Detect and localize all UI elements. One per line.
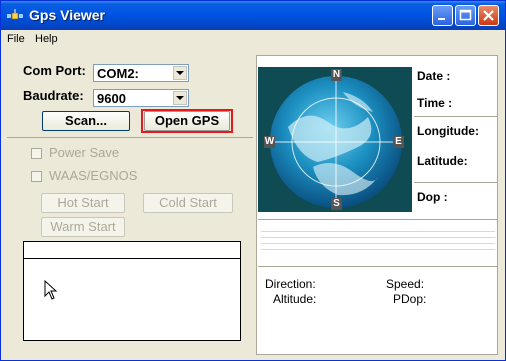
power-save-label: Power Save [49,145,120,160]
signal-line [261,237,495,238]
baudrate-label: Baudrate: [23,88,84,103]
compass-s: S [331,198,342,210]
scan-button[interactable]: Scan... [42,111,130,131]
date-label: Date : [417,69,451,83]
log-header-line [24,258,240,259]
menu-help[interactable]: Help [35,33,58,45]
altitude-label: Altitude: [273,292,317,306]
longitude-label: Longitude: [417,124,479,138]
nmea-log-box[interactable] [23,241,241,341]
separator [7,137,253,138]
info-divider [414,182,498,183]
menu-bar: File Help [1,30,505,48]
baudrate-select[interactable]: 9600 [93,89,189,107]
signal-line [261,243,495,244]
baudrate-value: 9600 [97,91,126,106]
chevron-down-icon[interactable] [173,91,187,105]
maximize-icon [459,9,472,21]
minimize-icon [438,18,445,20]
com-port-select[interactable]: COM2: [93,64,189,82]
sky-globe: N S W E [258,67,412,212]
maximize-button[interactable] [455,5,476,26]
close-button[interactable] [478,5,499,26]
com-port-label: Com Port: [23,63,86,78]
com-port-value: COM2: [97,66,139,81]
cold-start-button[interactable]: Cold Start [143,193,233,213]
speed-label: Speed: [386,277,425,291]
compass-n: N [331,69,342,81]
power-save-checkbox[interactable] [31,148,42,159]
signal-line [261,249,495,250]
panel-divider [258,266,498,267]
latitude-label: Latitude: [417,154,468,168]
compass-w: W [264,136,275,148]
gps-info-panel: N S W E Date : Time : Longitude: Latitud… [256,55,498,355]
satellite-icon [7,8,23,24]
window-title: Gps Viewer [29,7,106,23]
waas-egnos-label: WAAS/EGNOS [49,168,138,183]
pdop-label: PDop: [393,292,427,306]
open-gps-button[interactable]: Open GPS [144,111,230,131]
signal-line [261,231,495,232]
panel-divider [258,219,498,220]
dop-label: Dop : [417,190,448,204]
minimize-button[interactable] [432,5,453,26]
menu-file[interactable]: File [7,33,25,45]
hot-start-button[interactable]: Hot Start [41,193,125,213]
gps-viewer-window: Gps Viewer File Help Com Port: COM2: Bau… [0,0,506,361]
close-icon [483,10,494,21]
mouse-cursor-icon [44,280,58,300]
direction-label: Direction: [265,277,316,291]
title-bar[interactable]: Gps Viewer [1,1,505,30]
time-label: Time : [417,96,453,110]
compass-e: E [393,136,404,148]
warm-start-button[interactable]: Warm Start [41,217,125,237]
waas-egnos-checkbox[interactable] [31,171,42,182]
globe-icon [270,76,402,208]
info-divider [414,116,498,117]
chevron-down-icon[interactable] [173,66,187,80]
